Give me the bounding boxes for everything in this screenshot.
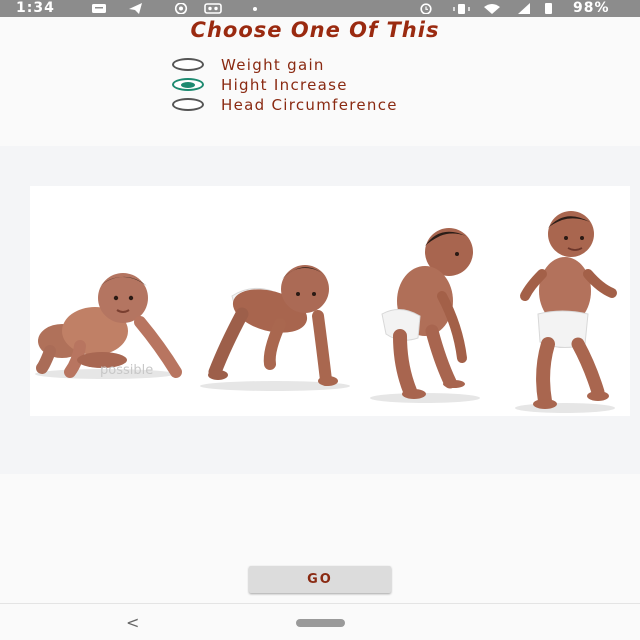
status-time: 1:34 <box>16 0 55 16</box>
go-button[interactable]: GO <box>249 566 391 593</box>
app-screen: 1:34 98% Choose One Of This Weight gain … <box>0 0 640 640</box>
message-icon <box>92 4 106 13</box>
radio-button-head-circumference[interactable] <box>172 98 204 111</box>
whatsapp-icon <box>174 3 188 14</box>
page-title: Choose One Of This <box>190 18 440 42</box>
status-bar: 1:34 98% <box>0 0 640 17</box>
telegram-icon <box>129 3 142 14</box>
option-label: Head Circumference <box>221 96 398 114</box>
status-icons-left <box>92 3 257 14</box>
alarm-icon <box>420 3 432 14</box>
image-watermark: possible <box>100 363 153 378</box>
wifi-icon <box>484 4 500 14</box>
battery-percent: 98% <box>573 0 610 16</box>
radio-button-weight-gain[interactable] <box>172 58 204 71</box>
status-icons-right <box>420 3 552 14</box>
navigation-bar: < <box>0 603 640 640</box>
battery-icon <box>545 3 552 14</box>
back-icon[interactable]: < <box>126 613 139 632</box>
option-label: Hight Increase <box>221 76 348 94</box>
baby-growth-illustration: possible <box>0 146 640 474</box>
baby-growth-image: possible <box>0 146 640 474</box>
option-label: Weight gain <box>221 56 325 74</box>
voicemail-icon <box>204 3 222 14</box>
radio-button-hight-increase[interactable] <box>172 78 204 91</box>
home-pill-icon[interactable] <box>296 619 345 627</box>
signal-icon <box>518 3 530 14</box>
vibrate-icon <box>453 4 470 14</box>
dot-icon <box>253 7 257 11</box>
